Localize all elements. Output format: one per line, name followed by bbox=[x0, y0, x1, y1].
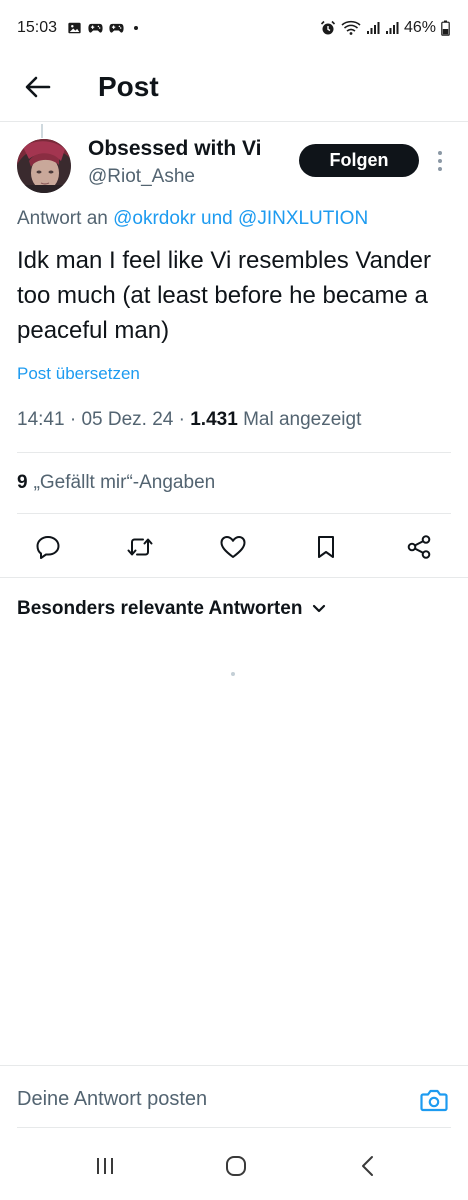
author-handle[interactable]: @Riot_Ashe bbox=[88, 166, 195, 188]
reply-mention-link[interactable]: @JINXLUTION bbox=[238, 208, 368, 229]
reply-icon bbox=[36, 536, 60, 559]
more-dot-icon bbox=[438, 167, 442, 171]
status-right: 46% bbox=[320, 19, 450, 37]
like-icon bbox=[220, 536, 246, 558]
post-time[interactable]: 14:41 bbox=[17, 409, 65, 430]
likes-divider bbox=[17, 513, 451, 514]
reply-joiner: und bbox=[201, 208, 233, 229]
reply-button[interactable] bbox=[32, 531, 64, 563]
avatar[interactable] bbox=[17, 139, 71, 193]
camera-button[interactable] bbox=[420, 1086, 448, 1114]
recent-apps-icon bbox=[97, 1158, 113, 1174]
actions-divider bbox=[0, 577, 468, 578]
repost-icon bbox=[127, 538, 153, 556]
view-count: 1.431 bbox=[190, 409, 238, 430]
system-nav-bar bbox=[0, 1132, 468, 1200]
follow-button[interactable]: Folgen bbox=[299, 144, 419, 177]
bookmark-icon bbox=[318, 536, 334, 558]
replies-sort-label: Besonders relevante Antworten bbox=[17, 598, 303, 619]
arrow-left-icon bbox=[25, 76, 51, 98]
game-controller-icon bbox=[88, 23, 103, 33]
share-button[interactable] bbox=[403, 531, 435, 563]
signal-icon bbox=[385, 22, 399, 34]
header-divider bbox=[0, 121, 468, 122]
avatar-image bbox=[17, 139, 71, 193]
share-icon bbox=[407, 535, 431, 559]
bookmark-button[interactable] bbox=[310, 531, 342, 563]
reply-input[interactable]: Deine Antwort posten bbox=[17, 1088, 207, 1111]
translate-post-link[interactable]: Post übersetzen bbox=[17, 364, 140, 384]
battery-percentage: 46% bbox=[403, 19, 436, 36]
thread-connector-line bbox=[41, 124, 43, 138]
likes-label: „Gefällt mir“-Angaben bbox=[33, 472, 216, 493]
more-dot-icon bbox=[438, 159, 442, 163]
gallery-icon bbox=[68, 22, 81, 34]
camera-icon bbox=[420, 1089, 448, 1112]
meta-separator: · bbox=[178, 409, 185, 430]
status-left: 15:03 bbox=[17, 19, 139, 37]
alarm-icon bbox=[320, 20, 336, 35]
replies-sort-dropdown[interactable]: Besonders relevante Antworten bbox=[17, 598, 326, 620]
post-text: Idk man I feel like Vi resembles Vander … bbox=[17, 247, 431, 344]
loading-indicator bbox=[231, 672, 235, 676]
view-label: Mal angezeigt bbox=[243, 409, 362, 430]
like-button[interactable] bbox=[217, 531, 249, 563]
top-app-bar: Post bbox=[0, 56, 468, 118]
reply-mention-link[interactable]: @okrdokr bbox=[113, 208, 196, 229]
post-date[interactable]: 05 Dez. 24 bbox=[81, 409, 173, 430]
meta-separator: · bbox=[69, 409, 77, 430]
chevron-down-icon bbox=[313, 604, 326, 613]
status-time: 15:03 bbox=[17, 19, 58, 36]
system-back-button[interactable] bbox=[354, 1152, 382, 1180]
battery-icon bbox=[441, 20, 450, 36]
reply-composer: Deine Antwort posten bbox=[0, 1066, 468, 1130]
recent-apps-button[interactable] bbox=[91, 1152, 119, 1180]
back-chevron-icon bbox=[362, 1156, 373, 1176]
likes-count: 9 bbox=[17, 472, 28, 493]
wifi-icon bbox=[341, 20, 361, 35]
more-options-button[interactable] bbox=[430, 147, 450, 175]
more-dot-icon bbox=[438, 151, 442, 155]
reply-prefix: Antwort an bbox=[17, 208, 108, 229]
action-bar bbox=[0, 521, 468, 573]
author-name[interactable]: Obsessed with Vi bbox=[88, 137, 262, 161]
home-button[interactable] bbox=[222, 1152, 250, 1180]
meta-divider bbox=[17, 452, 451, 453]
notification-dot bbox=[134, 26, 139, 30]
composer-bottom-divider bbox=[17, 1127, 451, 1128]
likes-summary[interactable]: 9 „Gefällt mir“-Angaben bbox=[17, 472, 215, 494]
repost-button[interactable] bbox=[124, 531, 156, 563]
game-controller-icon bbox=[109, 23, 124, 33]
post-meta: 14:41 · 05 Dez. 24 · 1.431 Mal angezeigt bbox=[17, 409, 361, 431]
page-title: Post bbox=[98, 71, 159, 102]
status-bar: 15:03 46% bbox=[0, 0, 468, 56]
signal-icon bbox=[366, 22, 380, 34]
back-button[interactable] bbox=[16, 65, 60, 109]
home-icon bbox=[226, 1156, 246, 1176]
reply-context: Antwort an @okrdokr und @JINXLUTION bbox=[17, 208, 368, 230]
